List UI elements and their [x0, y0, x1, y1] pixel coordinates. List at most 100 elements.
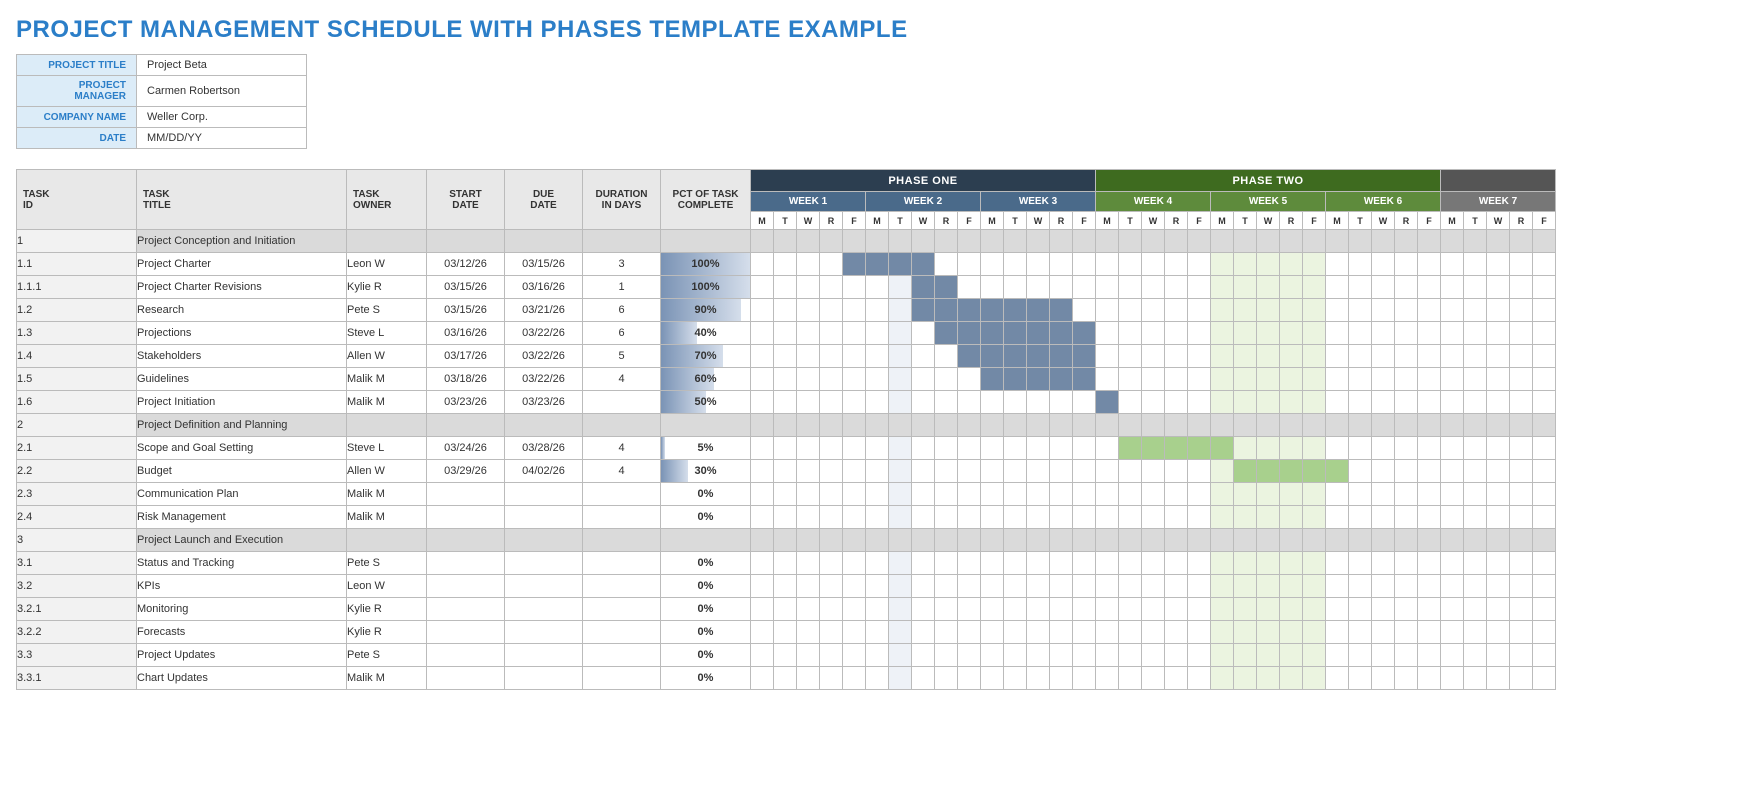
- cell-task-id[interactable]: 2.3: [17, 483, 137, 506]
- cell-task-id[interactable]: 3.2.1: [17, 598, 137, 621]
- cell-due[interactable]: 03/22/26: [505, 368, 583, 391]
- cell-pct[interactable]: 40%: [661, 322, 751, 345]
- cell-task-title[interactable]: Project Charter Revisions: [137, 276, 347, 299]
- cell-task-title[interactable]: Project Definition and Planning: [137, 414, 347, 437]
- cell-start[interactable]: 03/16/26: [427, 322, 505, 345]
- cell-pct[interactable]: 90%: [661, 299, 751, 322]
- cell-task-id[interactable]: 2: [17, 414, 137, 437]
- cell-task-id[interactable]: 1.2: [17, 299, 137, 322]
- cell-due[interactable]: 03/23/26: [505, 391, 583, 414]
- cell-start[interactable]: [427, 230, 505, 253]
- cell-due[interactable]: [505, 552, 583, 575]
- cell-duration[interactable]: [583, 598, 661, 621]
- cell-owner[interactable]: [347, 529, 427, 552]
- cell-task-title[interactable]: Research: [137, 299, 347, 322]
- cell-due[interactable]: [505, 667, 583, 690]
- cell-pct[interactable]: 30%: [661, 460, 751, 483]
- meta-value-date[interactable]: MM/DD/YY: [137, 128, 307, 149]
- cell-owner[interactable]: Pete S: [347, 644, 427, 667]
- cell-duration[interactable]: [583, 552, 661, 575]
- cell-duration[interactable]: [583, 529, 661, 552]
- cell-task-title[interactable]: Projections: [137, 322, 347, 345]
- cell-due[interactable]: [505, 598, 583, 621]
- cell-task-id[interactable]: 2.4: [17, 506, 137, 529]
- cell-duration[interactable]: 4: [583, 460, 661, 483]
- cell-task-id[interactable]: 1.5: [17, 368, 137, 391]
- cell-duration[interactable]: [583, 575, 661, 598]
- cell-owner[interactable]: Steve L: [347, 437, 427, 460]
- cell-task-id[interactable]: 1.6: [17, 391, 137, 414]
- cell-due[interactable]: [505, 506, 583, 529]
- cell-owner[interactable]: Kylie R: [347, 276, 427, 299]
- cell-start[interactable]: [427, 621, 505, 644]
- cell-start[interactable]: [427, 667, 505, 690]
- cell-duration[interactable]: 5: [583, 345, 661, 368]
- table-row[interactable]: 1.3ProjectionsSteve L03/16/2603/22/26640…: [17, 322, 1556, 345]
- cell-owner[interactable]: Malik M: [347, 483, 427, 506]
- cell-pct[interactable]: 0%: [661, 667, 751, 690]
- cell-start[interactable]: [427, 483, 505, 506]
- cell-task-title[interactable]: Communication Plan: [137, 483, 347, 506]
- cell-task-title[interactable]: Guidelines: [137, 368, 347, 391]
- table-row[interactable]: 2.4Risk ManagementMalik M0%: [17, 506, 1556, 529]
- cell-task-id[interactable]: 1.3: [17, 322, 137, 345]
- cell-task-title[interactable]: Project Launch and Execution: [137, 529, 347, 552]
- meta-value-project-title[interactable]: Project Beta: [137, 55, 307, 76]
- cell-due[interactable]: 03/21/26: [505, 299, 583, 322]
- cell-start[interactable]: [427, 529, 505, 552]
- cell-owner[interactable]: Malik M: [347, 368, 427, 391]
- cell-duration[interactable]: [583, 621, 661, 644]
- cell-owner[interactable]: Malik M: [347, 391, 427, 414]
- cell-duration[interactable]: [583, 414, 661, 437]
- cell-duration[interactable]: [583, 506, 661, 529]
- cell-start[interactable]: [427, 552, 505, 575]
- cell-pct[interactable]: 0%: [661, 506, 751, 529]
- cell-pct[interactable]: 0%: [661, 598, 751, 621]
- table-row[interactable]: 1.6Project InitiationMalik M03/23/2603/2…: [17, 391, 1556, 414]
- cell-due[interactable]: [505, 621, 583, 644]
- table-row[interactable]: 3.2.1MonitoringKylie R0%: [17, 598, 1556, 621]
- cell-start[interactable]: 03/15/26: [427, 276, 505, 299]
- cell-start[interactable]: [427, 644, 505, 667]
- cell-owner[interactable]: [347, 414, 427, 437]
- cell-due[interactable]: [505, 529, 583, 552]
- cell-due[interactable]: 03/22/26: [505, 345, 583, 368]
- cell-start[interactable]: 03/17/26: [427, 345, 505, 368]
- table-row[interactable]: 2.2BudgetAllen W03/29/2604/02/26430%: [17, 460, 1556, 483]
- cell-duration[interactable]: [583, 667, 661, 690]
- cell-task-title[interactable]: Scope and Goal Setting: [137, 437, 347, 460]
- cell-task-title[interactable]: Budget: [137, 460, 347, 483]
- cell-pct[interactable]: 0%: [661, 483, 751, 506]
- cell-pct[interactable]: 60%: [661, 368, 751, 391]
- table-row[interactable]: 1.5GuidelinesMalik M03/18/2603/22/26460%: [17, 368, 1556, 391]
- cell-task-title[interactable]: Project Charter: [137, 253, 347, 276]
- cell-task-id[interactable]: 3.2.2: [17, 621, 137, 644]
- cell-start[interactable]: [427, 598, 505, 621]
- table-row[interactable]: 1.1Project CharterLeon W03/12/2603/15/26…: [17, 253, 1556, 276]
- cell-pct[interactable]: 0%: [661, 552, 751, 575]
- cell-duration[interactable]: 1: [583, 276, 661, 299]
- cell-task-id[interactable]: 1.1.1: [17, 276, 137, 299]
- cell-task-id[interactable]: 1.4: [17, 345, 137, 368]
- cell-pct[interactable]: 0%: [661, 621, 751, 644]
- cell-due[interactable]: [505, 483, 583, 506]
- cell-duration[interactable]: 6: [583, 299, 661, 322]
- cell-owner[interactable]: Pete S: [347, 552, 427, 575]
- cell-owner[interactable]: [347, 230, 427, 253]
- cell-task-id[interactable]: 1: [17, 230, 137, 253]
- cell-due[interactable]: 04/02/26: [505, 460, 583, 483]
- cell-task-id[interactable]: 3: [17, 529, 137, 552]
- cell-owner[interactable]: Allen W: [347, 345, 427, 368]
- cell-start[interactable]: [427, 414, 505, 437]
- cell-pct[interactable]: 100%: [661, 276, 751, 299]
- table-row[interactable]: 2.3Communication PlanMalik M 0%: [17, 483, 1556, 506]
- cell-owner[interactable]: Steve L: [347, 322, 427, 345]
- cell-task-id[interactable]: 3.3.1: [17, 667, 137, 690]
- cell-due[interactable]: 03/28/26: [505, 437, 583, 460]
- cell-start[interactable]: 03/12/26: [427, 253, 505, 276]
- cell-task-id[interactable]: 3.2: [17, 575, 137, 598]
- cell-start[interactable]: 03/15/26: [427, 299, 505, 322]
- cell-duration[interactable]: 4: [583, 368, 661, 391]
- cell-start[interactable]: [427, 506, 505, 529]
- cell-due[interactable]: 03/15/26: [505, 253, 583, 276]
